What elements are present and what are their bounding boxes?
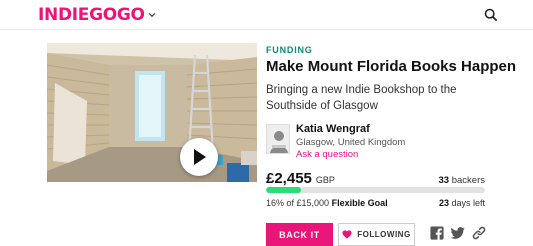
funding-progress-bar xyxy=(266,187,485,193)
days-number: 23 xyxy=(438,198,449,208)
backers-count: 33 backers xyxy=(439,175,485,186)
owner-name[interactable]: Katia Wengraf xyxy=(296,123,370,135)
campaign-video[interactable] xyxy=(47,43,257,182)
campaign-tagline: Bringing a new Indie Bookshop to the Sou… xyxy=(266,84,457,112)
funding-progress-fill xyxy=(266,187,302,193)
goal-percent: 16% of £15,000 xyxy=(266,198,330,208)
days-label: days left xyxy=(451,198,485,208)
facebook-icon[interactable] xyxy=(430,226,444,240)
campaign-title: Make Mount Florida Books Happen xyxy=(266,58,517,75)
goal-type: Flexible Goal xyxy=(331,198,388,208)
avatar[interactable] xyxy=(266,124,290,154)
raised-amount: £2,455 xyxy=(266,170,312,187)
following-button[interactable]: FOLLOWING xyxy=(338,223,415,246)
search-icon[interactable] xyxy=(484,8,498,22)
site-header: INDIEGOGO xyxy=(0,0,533,30)
campaign-status: FUNDING xyxy=(266,45,313,55)
avatar-image xyxy=(267,125,289,153)
following-label: FOLLOWING xyxy=(357,230,411,239)
play-button[interactable] xyxy=(180,138,218,176)
play-icon xyxy=(194,149,206,165)
days-left: 23 days left xyxy=(439,198,485,208)
logo[interactable]: INDIEGOGO xyxy=(38,5,145,25)
logo-menu[interactable]: INDIEGOGO xyxy=(38,5,156,25)
funds-raised: £2,455 GBP xyxy=(266,170,335,187)
backers-label: backers xyxy=(451,175,485,186)
ask-question-link[interactable]: Ask a question xyxy=(296,149,358,160)
heart-icon xyxy=(342,230,352,239)
back-it-button[interactable]: BACK IT xyxy=(266,223,333,246)
chevron-down-icon[interactable] xyxy=(148,11,156,19)
link-icon[interactable] xyxy=(472,226,486,240)
twitter-icon[interactable] xyxy=(451,226,465,240)
funding-goal: 16% of £15,000 Flexible Goal xyxy=(266,198,388,208)
backers-number: 33 xyxy=(438,175,450,186)
raised-currency: GBP xyxy=(315,175,335,185)
video-thumbnail xyxy=(47,43,257,182)
owner-location: Glasgow, United Kingdom xyxy=(296,137,406,148)
